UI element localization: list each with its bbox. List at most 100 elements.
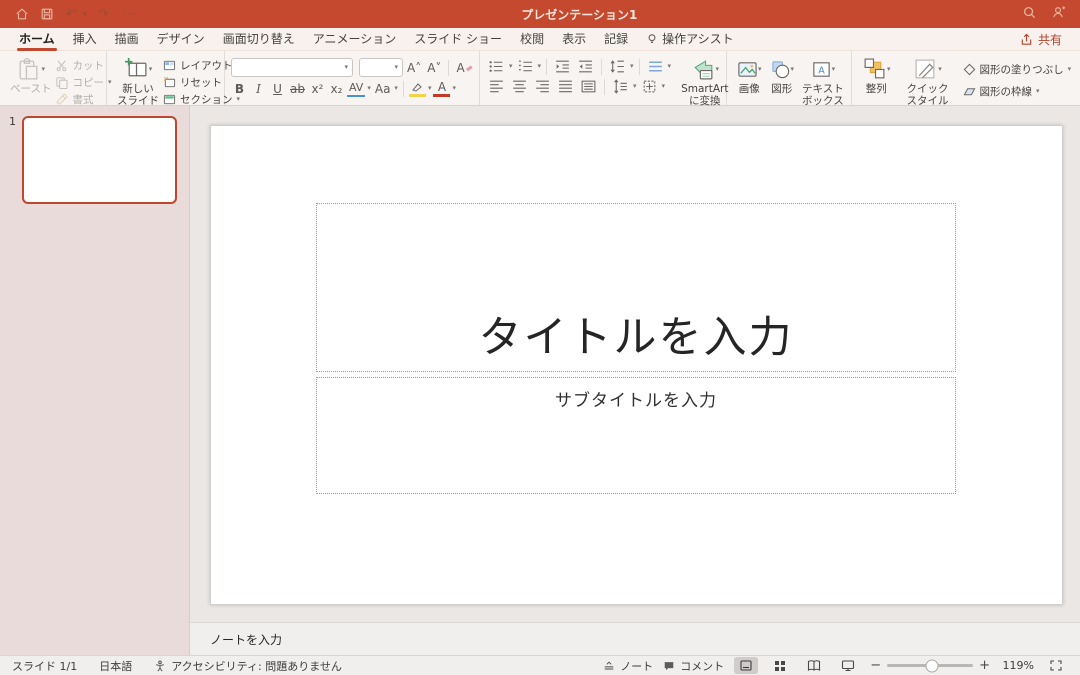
- zoom-out-button[interactable]: −: [870, 658, 881, 673]
- tab-transitions[interactable]: 画面切り替え: [214, 27, 304, 51]
- arrange-icon: [862, 57, 887, 82]
- tab-draw[interactable]: 描画: [106, 27, 148, 51]
- tab-insert[interactable]: 挿入: [64, 27, 106, 51]
- title-placeholder-text: タイトルを入力: [479, 303, 794, 365]
- notes-pane[interactable]: ノートを入力: [190, 622, 1080, 655]
- text-direction-button[interactable]: [645, 58, 666, 75]
- tab-view[interactable]: 表示: [553, 27, 595, 51]
- reset-icon: [163, 76, 176, 89]
- zoom-control: − +: [870, 658, 990, 673]
- title-bar: ↶ ▾ ↷ ⋯ プレゼンテーション1: [0, 0, 1080, 28]
- line-spacing-button[interactable]: [607, 58, 628, 75]
- vertical-align-button[interactable]: [610, 78, 631, 95]
- shape-outline-button[interactable]: 図形の枠線▾: [963, 84, 1072, 99]
- copy-icon: [55, 76, 68, 89]
- tab-record[interactable]: 記録: [595, 27, 637, 51]
- insert-textbox-button[interactable]: A ▾ テキストボックス: [798, 56, 848, 107]
- shape-fill-button[interactable]: 図形の塗りつぶし▾: [963, 62, 1072, 77]
- zoom-slider-knob[interactable]: [925, 659, 938, 672]
- align-left-button[interactable]: [486, 78, 507, 95]
- font-size-combo[interactable]: ▾: [359, 58, 403, 77]
- align-right-button[interactable]: [532, 78, 553, 95]
- ribbon-tab-row: ホーム 挿入 描画 デザイン 画面切り替え アニメーション スライド ショー 校…: [0, 28, 1080, 51]
- increase-font-button[interactable]: A˄: [405, 59, 423, 76]
- share-icon: [1020, 33, 1033, 46]
- slide-number-label: 1: [9, 115, 16, 128]
- superscript-button[interactable]: x²: [309, 80, 326, 97]
- more-commands-icon[interactable]: ⋯: [122, 7, 137, 22]
- font-name-combo[interactable]: ▾: [231, 58, 353, 77]
- save-icon[interactable]: [39, 7, 54, 22]
- clear-formatting-button[interactable]: A: [454, 59, 474, 76]
- image-icon: [737, 59, 758, 80]
- tab-slideshow[interactable]: スライド ショー: [405, 27, 511, 51]
- share-button[interactable]: 共有: [1020, 31, 1070, 48]
- zoom-in-button[interactable]: +: [979, 658, 990, 673]
- normal-view-button[interactable]: [734, 657, 758, 674]
- insert-shapes-button[interactable]: ▾ 図形: [766, 56, 799, 95]
- numbering-button[interactable]: [515, 58, 536, 75]
- normal-view-icon: [739, 659, 753, 672]
- notes-toggle-button[interactable]: ノート: [603, 658, 653, 674]
- text-direction-icon: [647, 58, 664, 75]
- notes-toggle-icon: [603, 660, 615, 672]
- copy-button: コピー▾: [55, 75, 111, 90]
- columns-button[interactable]: [578, 78, 599, 95]
- reading-view-button[interactable]: [802, 657, 826, 674]
- increase-indent-button[interactable]: [575, 58, 596, 75]
- character-spacing-button[interactable]: AV: [347, 80, 365, 97]
- accessibility-icon: [154, 660, 166, 672]
- redo-button: ↷: [97, 7, 112, 22]
- slide-sorter-view-button[interactable]: [768, 657, 792, 674]
- decrease-indent-button[interactable]: [552, 58, 573, 75]
- paragraph-group: ▾ ▾ ▾ ▾: [480, 51, 727, 105]
- strikethrough-button[interactable]: ab: [288, 80, 307, 97]
- account-icon[interactable]: [1051, 5, 1066, 23]
- italic-button[interactable]: I: [250, 80, 267, 97]
- lightbulb-icon: [646, 33, 658, 45]
- tab-design[interactable]: デザイン: [148, 27, 214, 51]
- align-center-button[interactable]: [509, 78, 530, 95]
- slide-editor[interactable]: タイトルを入力 サブタイトルを入力: [210, 125, 1063, 605]
- bold-button[interactable]: B: [231, 80, 248, 97]
- slideshow-icon: [841, 659, 855, 672]
- justify-button[interactable]: [555, 78, 576, 95]
- highlight-color-button[interactable]: [409, 80, 426, 97]
- language-indicator[interactable]: 日本語: [99, 658, 132, 674]
- tab-assist[interactable]: 操作アシスト: [637, 27, 743, 51]
- ribbon: ▾ ペースト カット コピー▾ 書式 ▾ 新しいスライド: [0, 51, 1080, 106]
- new-slide-button[interactable]: ▾ 新しいスライド: [113, 56, 163, 107]
- title-placeholder[interactable]: タイトルを入力: [316, 203, 956, 372]
- tab-review[interactable]: 校閲: [511, 27, 553, 51]
- new-slide-icon: [124, 57, 149, 82]
- subtitle-placeholder[interactable]: サブタイトルを入力: [316, 377, 956, 494]
- arrange-button[interactable]: ▾ 整列: [858, 56, 895, 95]
- subscript-button[interactable]: x₂: [328, 80, 345, 97]
- paste-button: ▾ ペースト: [6, 56, 55, 95]
- editing-canvas[interactable]: タイトルを入力 サブタイトルを入力: [190, 106, 1080, 622]
- slideshow-view-button[interactable]: [836, 657, 860, 674]
- clipboard-group: ▾ ペースト カット コピー▾ 書式: [0, 51, 107, 105]
- insert-group: ▾ 画像 ▾ 図形 A ▾ テキストボックス: [727, 51, 852, 105]
- search-icon[interactable]: [1022, 5, 1037, 23]
- slide-thumbnail[interactable]: [22, 116, 177, 204]
- tab-animations[interactable]: アニメーション: [304, 27, 406, 51]
- comments-toggle-button[interactable]: コメント: [663, 658, 724, 674]
- change-case-button[interactable]: Aa: [373, 80, 393, 97]
- smartart-icon: [691, 57, 716, 82]
- font-color-button[interactable]: A: [433, 80, 450, 97]
- home-icon[interactable]: [14, 7, 29, 22]
- accessibility-status[interactable]: アクセシビリティ: 問題ありません: [154, 658, 342, 674]
- undo-dropdown-icon: ▾: [83, 10, 87, 18]
- tab-home[interactable]: ホーム: [10, 27, 64, 51]
- zoom-level[interactable]: 119%: [1000, 659, 1034, 672]
- zoom-slider[interactable]: [887, 664, 973, 667]
- align-objects-button[interactable]: [639, 78, 660, 95]
- quick-styles-button[interactable]: ▾ クイックスタイル: [903, 56, 953, 107]
- smartart-convert-button[interactable]: ▾ SmartArtに変換: [677, 56, 732, 107]
- bullets-button[interactable]: [486, 58, 507, 75]
- fit-slide-to-window-button[interactable]: [1044, 657, 1068, 674]
- decrease-font-button[interactable]: A˅: [425, 59, 443, 76]
- underline-button[interactable]: U: [269, 80, 286, 97]
- insert-image-button[interactable]: ▾ 画像: [733, 56, 766, 95]
